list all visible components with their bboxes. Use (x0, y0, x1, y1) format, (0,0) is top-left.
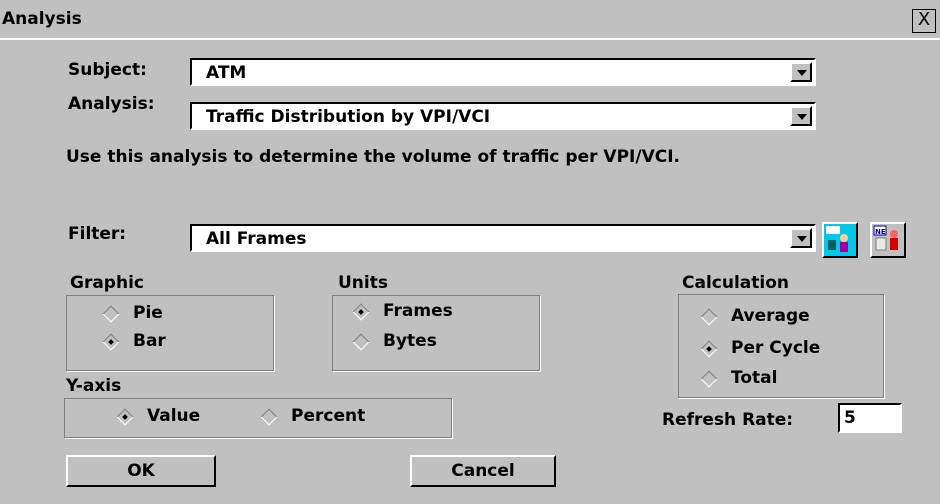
subject-value: ATM (206, 63, 247, 83)
calculation-average-label: Average (731, 306, 810, 326)
filter-dropdown[interactable]: All Frames (190, 224, 816, 252)
radio-diamond-selected-icon (102, 333, 120, 351)
yaxis-label: Y-axis (66, 376, 122, 396)
units-frames-label: Frames (383, 301, 453, 321)
yaxis-group: Value Percent (64, 398, 452, 438)
analysis-value: Traffic Distribution by VPI/VCI (206, 107, 491, 127)
analysis-dropdown-button[interactable] (790, 106, 812, 126)
analysis-description: Use this analysis to determine the volum… (66, 147, 680, 167)
subject-dropdown-button[interactable] (790, 62, 812, 82)
refresh-rate-label: Refresh Rate: (662, 410, 794, 430)
subject-dropdown[interactable]: ATM (190, 58, 816, 86)
filter-new-button[interactable]: NE (870, 222, 906, 258)
radio-diamond-selected-icon (352, 303, 370, 321)
dialog-title: Analysis (2, 9, 82, 29)
analysis-dropdown[interactable]: Traffic Distribution by VPI/VCI (190, 102, 816, 130)
radio-diamond-icon (700, 308, 718, 326)
refresh-rate-input[interactable]: 5 (838, 403, 902, 433)
analysis-label: Analysis: (68, 94, 155, 114)
radio-diamond-icon (352, 333, 370, 351)
chevron-down-icon (797, 114, 807, 120)
radio-diamond-icon (260, 408, 278, 426)
ok-button[interactable]: OK (66, 455, 216, 487)
svg-text:NE: NE (875, 228, 886, 236)
calculation-per-cycle-label: Per Cycle (731, 338, 821, 358)
radio-diamond-selected-icon (116, 408, 134, 426)
filter-edit-button[interactable] (822, 222, 858, 258)
calculation-label: Calculation (682, 273, 789, 293)
chevron-down-icon (797, 236, 807, 242)
radio-diamond-selected-icon (700, 340, 718, 358)
units-label: Units (338, 273, 388, 293)
title-divider (0, 38, 940, 40)
filter-edit-icon (826, 226, 848, 252)
calculation-group: Average Per Cycle Total (678, 294, 884, 398)
filter-dropdown-button[interactable] (790, 228, 812, 248)
chevron-down-icon (797, 70, 807, 76)
calculation-total-label: Total (731, 368, 778, 388)
radio-diamond-icon (700, 370, 718, 388)
yaxis-percent-label: Percent (291, 406, 366, 426)
graphic-pie-label: Pie (133, 303, 163, 323)
filter-value: All Frames (206, 229, 307, 249)
units-bytes-label: Bytes (383, 331, 437, 351)
analysis-dialog: Analysis X Subject: ATM Analysis: Traffi… (0, 0, 940, 504)
title-bar[interactable]: Analysis X (0, 0, 940, 38)
filter-new-icon: NE (873, 225, 898, 251)
graphic-group: Pie Bar (66, 295, 274, 371)
close-button[interactable]: X (912, 9, 936, 33)
filter-label: Filter: (68, 224, 127, 244)
yaxis-value-label: Value (147, 406, 201, 426)
graphic-bar-label: Bar (133, 331, 166, 351)
graphic-label: Graphic (70, 273, 144, 293)
cancel-button[interactable]: Cancel (410, 455, 556, 487)
subject-label: Subject: (68, 60, 147, 80)
radio-diamond-icon (102, 305, 120, 323)
units-group: Frames Bytes (332, 295, 540, 371)
